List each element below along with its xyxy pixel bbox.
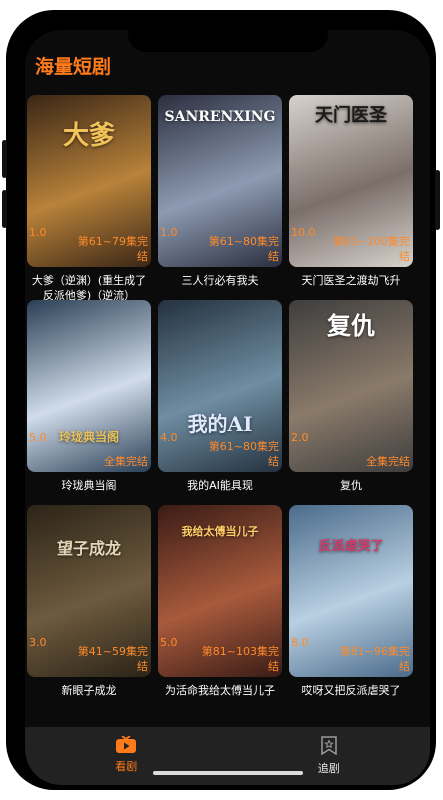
power-button bbox=[435, 170, 440, 230]
rating-score: 2.0 bbox=[291, 431, 309, 444]
tab-following[interactable]: 追剧 bbox=[228, 727, 431, 785]
drama-card[interactable]: 我的AI 4.0 第61~80集完结 我的AI能具现 bbox=[158, 300, 282, 505]
notch bbox=[127, 30, 328, 52]
rating-score: 10.0 bbox=[291, 226, 316, 239]
poster-title-art: 反派虐哭了 bbox=[318, 539, 384, 554]
drama-poster[interactable]: 反派虐哭了 8.0 第81~96集完结 bbox=[289, 505, 413, 677]
drama-card[interactable]: 复仇 2.0 全集完结 复仇 bbox=[289, 300, 413, 505]
episode-status: 全集完结 bbox=[366, 455, 410, 468]
poster-title-art: 大爹 bbox=[62, 121, 115, 151]
episode-status: 第61~80集完结 bbox=[208, 440, 279, 468]
poster-title-art: 望子成龙 bbox=[56, 539, 121, 558]
tab-watch[interactable]: 看剧 bbox=[25, 727, 228, 785]
drama-poster[interactable]: 我给太傅当儿子 5.0 第81~103集完结 bbox=[158, 505, 282, 677]
episode-status: 第81~103集完结 bbox=[201, 645, 279, 673]
episode-status: 全集完结 bbox=[104, 455, 148, 468]
drama-title: 新眼子成龙 bbox=[61, 684, 117, 697]
page-title: 海量短剧 bbox=[35, 56, 112, 78]
drama-card[interactable]: 玲珑典当阁 5.0 全集完结 玲珑典当阁 bbox=[27, 300, 151, 505]
volume-down-button bbox=[2, 190, 7, 228]
rating-score: 5.0 bbox=[160, 636, 178, 649]
episode-status: 第61~80集完结 bbox=[208, 235, 279, 263]
volume-up-button bbox=[2, 140, 7, 178]
rating-score: 1.0 bbox=[29, 226, 47, 239]
drama-poster[interactable]: 望子成龙 3.0 第41~59集完结 bbox=[27, 505, 151, 677]
tv-play-icon bbox=[116, 736, 137, 753]
bookmark-star-icon bbox=[321, 736, 337, 755]
episode-status: 第81~100集完结 bbox=[332, 235, 410, 263]
drama-card[interactable]: 大爹 1.0 第61~79集完结 大爹（逆渊）(重生成了反派他爹)（逆流） bbox=[27, 95, 151, 302]
drama-poster[interactable]: 我的AI 4.0 第61~80集完结 bbox=[158, 300, 282, 472]
poster-artwork bbox=[27, 300, 151, 472]
rating-score: 3.0 bbox=[29, 636, 47, 649]
tab-watch-label: 看剧 bbox=[115, 760, 138, 773]
drama-card[interactable]: SANRENXING 1.0 第61~80集完结 三人行必有我夫 bbox=[158, 95, 282, 300]
episode-status: 第81~96集完结 bbox=[339, 645, 410, 673]
drama-poster[interactable]: 复仇 2.0 全集完结 bbox=[289, 300, 413, 472]
rating-score: 5.0 bbox=[29, 431, 47, 444]
rating-score: 1.0 bbox=[160, 226, 178, 239]
drama-card[interactable]: 我给太傅当儿子 5.0 第81~103集完结为活命我给太傅当儿子 bbox=[158, 505, 282, 710]
drama-title: 为活命我给太傅当儿子 bbox=[165, 684, 275, 697]
drama-card[interactable]: 天门医圣 10.0 第81~100集完结 天门医圣之渡劫飞升 bbox=[289, 95, 413, 300]
tab-following-label: 追剧 bbox=[317, 762, 340, 775]
poster-title-art: SANRENXING bbox=[164, 109, 276, 125]
poster-title-art: 天门医圣 bbox=[315, 105, 387, 126]
bottom-tab-bar: 看剧 追剧 bbox=[25, 727, 430, 785]
poster-title-art: 复仇 bbox=[327, 311, 375, 340]
drama-poster[interactable]: SANRENXING 1.0 第61~80集完结 bbox=[158, 95, 282, 267]
app-screen: 海量短剧 大爹 1.0 第61~79集完结 大爹（逆渊）(重生成了反派他爹)（逆流） S… bbox=[25, 30, 430, 785]
phone-frame: 海量短剧 大爹 1.0 第61~79集完结 大爹（逆渊）(重生成了反派他爹)（逆流） S… bbox=[2, 10, 440, 790]
drama-poster[interactable]: 天门医圣 10.0 第81~100集完结 bbox=[289, 95, 413, 267]
drama-card[interactable]: 反派虐哭了 8.0 第81~96集完结哎呀又把反派虐哭了 bbox=[289, 505, 413, 710]
drama-poster[interactable]: 大爹 1.0 第61~79集完结 bbox=[27, 95, 151, 267]
drama-poster[interactable]: 玲珑典当阁 5.0 全集完结 bbox=[27, 300, 151, 472]
rating-score: 4.0 bbox=[160, 431, 178, 444]
episode-status: 第41~59集完结 bbox=[77, 645, 148, 673]
episode-status: 第61~79集完结 bbox=[77, 235, 148, 263]
home-indicator bbox=[152, 771, 303, 775]
poster-title-art: 我给太傅当儿子 bbox=[181, 525, 259, 538]
drama-grid: 大爹 1.0 第61~79集完结 大爹（逆渊）(重生成了反派他爹)（逆流） SANREN… bbox=[27, 95, 430, 710]
drama-title: 哎呀又把反派虐哭了 bbox=[301, 684, 401, 697]
drama-card[interactable]: 望子成龙 3.0 第41~59集完结新眼子成龙 bbox=[27, 505, 151, 710]
rating-score: 8.0 bbox=[291, 636, 309, 649]
